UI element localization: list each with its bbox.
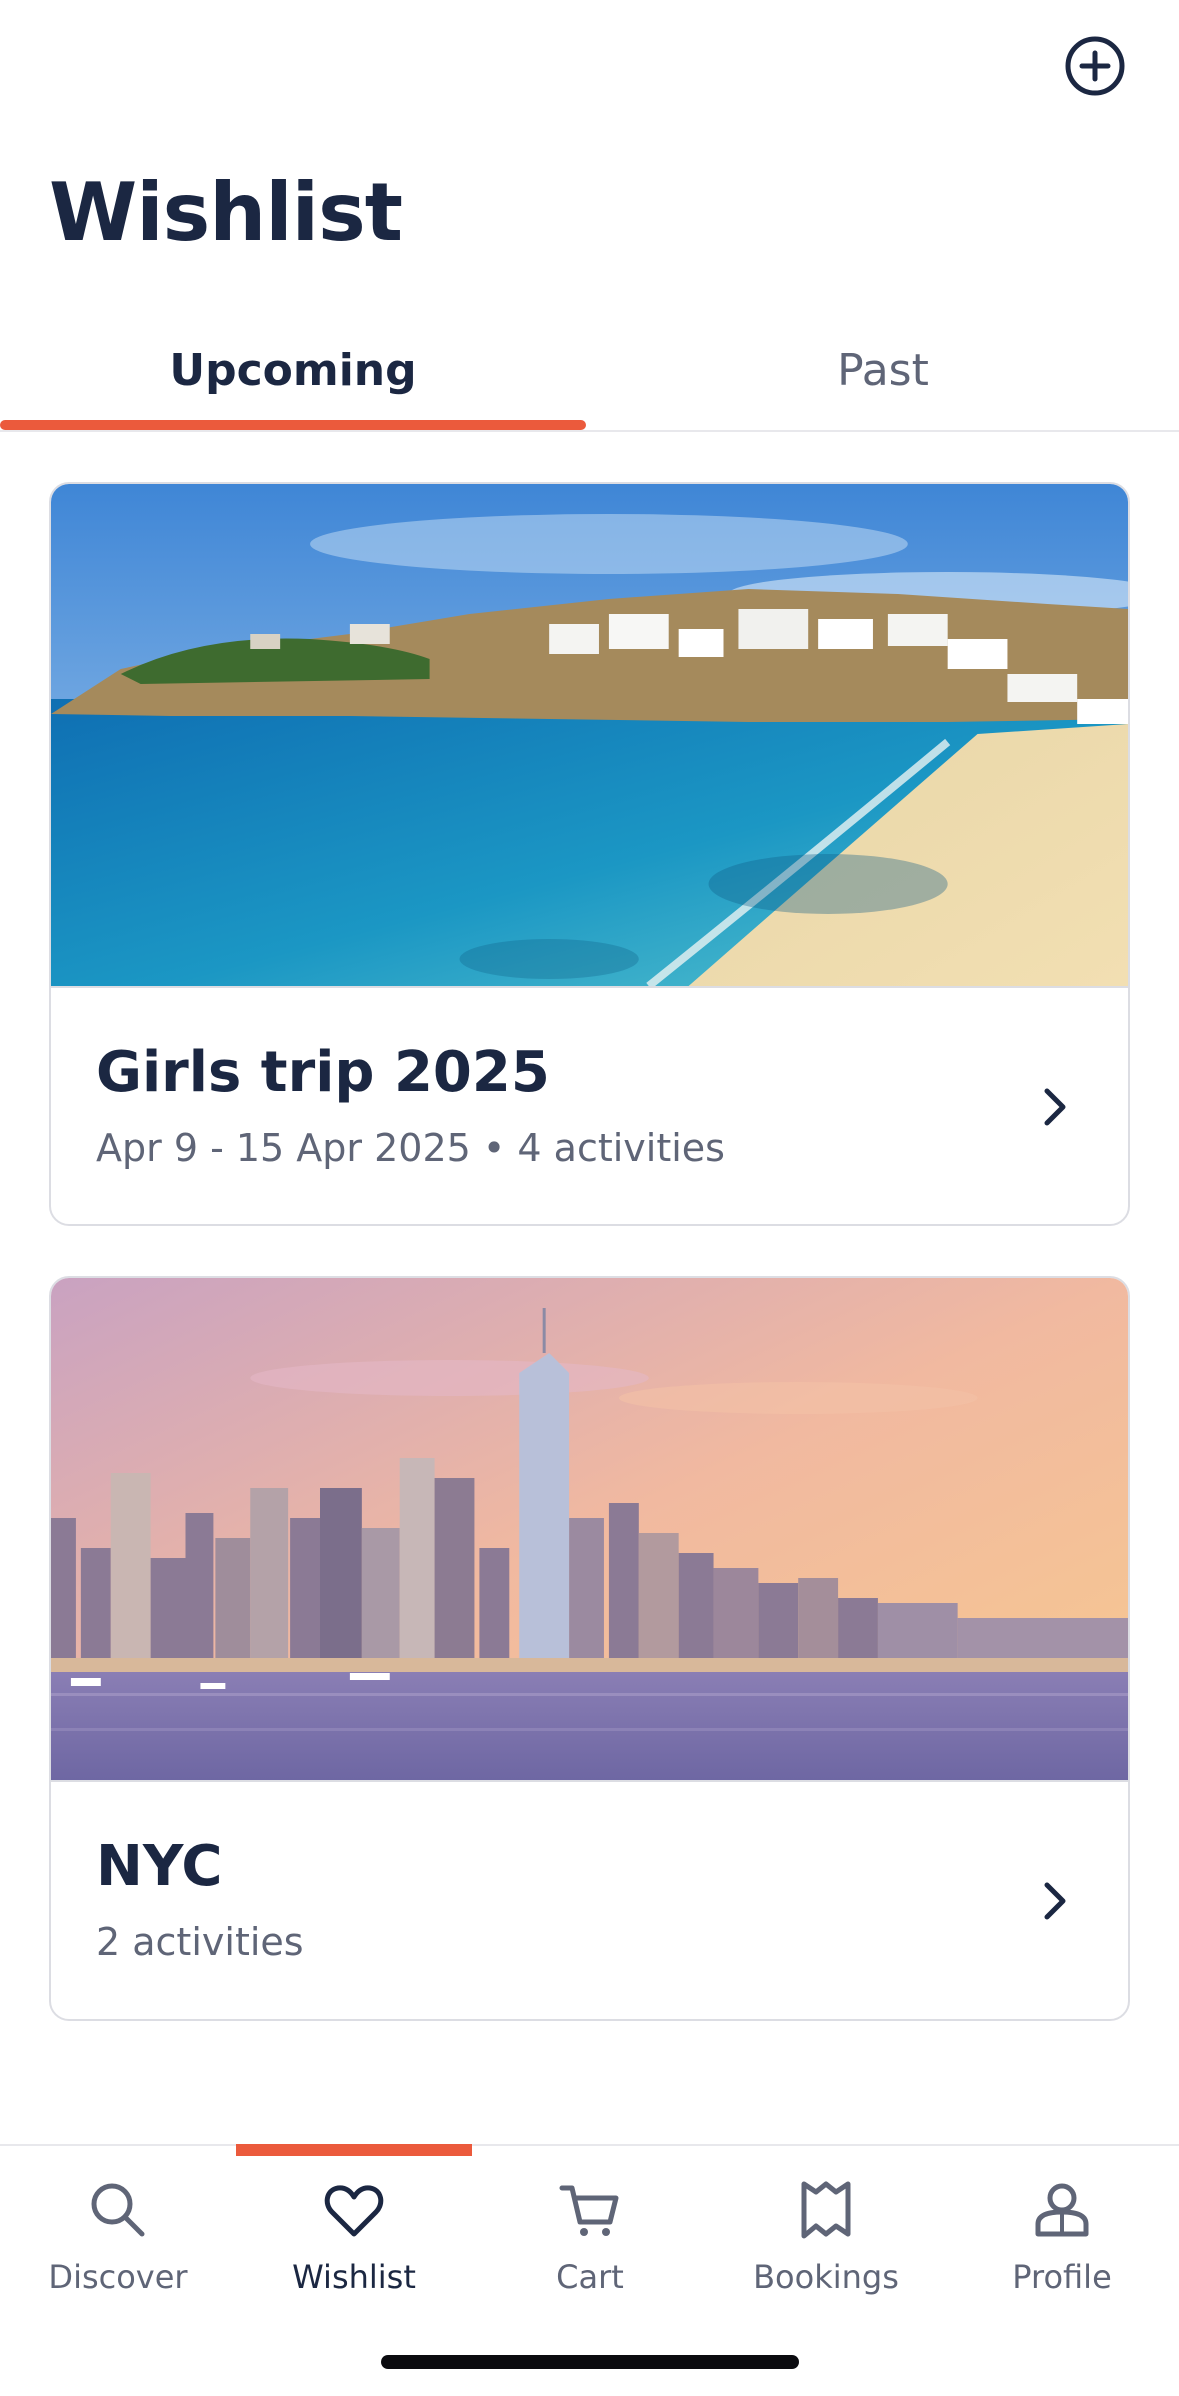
- nav-item-discover[interactable]: Discover: [0, 2146, 236, 2326]
- tab-past[interactable]: Past: [590, 310, 1176, 430]
- chevron-right-icon: [1044, 1882, 1066, 1920]
- tab-upcoming[interactable]: Upcoming: [0, 310, 586, 430]
- nav-item-bookings[interactable]: Bookings: [708, 2146, 944, 2326]
- nav-label-wishlist: Wishlist: [292, 2258, 416, 2296]
- wishlist-card-body: Girls trip 2025 Apr 9 - 15 Apr 2025 • 4 …: [51, 986, 1128, 1224]
- plus-circle-icon: [1065, 36, 1125, 96]
- heart-icon: [324, 2185, 384, 2237]
- active-tab-indicator: [0, 420, 586, 430]
- chevron-right-icon: [1044, 1088, 1066, 1126]
- tab-upcoming-label: Upcoming: [169, 344, 417, 396]
- tab-past-label: Past: [837, 344, 929, 396]
- nav-label-discover: Discover: [48, 2258, 188, 2296]
- nav-label-profile: Profile: [1012, 2258, 1112, 2296]
- add-wishlist-button[interactable]: [1063, 34, 1127, 98]
- wishlist-card-body: NYC 2 activities: [51, 1780, 1128, 2019]
- wishlist-card[interactable]: Girls trip 2025 Apr 9 - 15 Apr 2025 • 4 …: [49, 482, 1130, 1226]
- beach-coastline-photo: [51, 484, 1128, 986]
- home-indicator: [381, 2355, 799, 2369]
- nav-item-wishlist[interactable]: Wishlist: [236, 2146, 472, 2326]
- wishlist-title: Girls trip 2025: [96, 1040, 550, 1105]
- search-icon: [91, 2183, 145, 2237]
- profile-icon: [1035, 2183, 1089, 2237]
- page-title: Wishlist: [49, 166, 403, 259]
- wishlist-subtitle: Apr 9 - 15 Apr 2025 • 4 activities: [96, 1126, 725, 1170]
- nav-label-bookings: Bookings: [753, 2258, 899, 2296]
- cart-icon: [559, 2185, 619, 2236]
- wishlist-title: NYC: [96, 1834, 223, 1899]
- nav-label-cart: Cart: [556, 2258, 624, 2296]
- wishlist-card[interactable]: NYC 2 activities: [49, 1276, 1130, 2021]
- tab-bar: Upcoming Past: [0, 310, 1179, 432]
- bookmark-map-icon: [801, 2181, 851, 2239]
- wishlist-subtitle: 2 activities: [96, 1920, 304, 1964]
- city-skyline-photo: [51, 1278, 1128, 1780]
- nav-item-profile[interactable]: Profile: [944, 2146, 1179, 2326]
- nav-item-cart[interactable]: Cart: [472, 2146, 708, 2326]
